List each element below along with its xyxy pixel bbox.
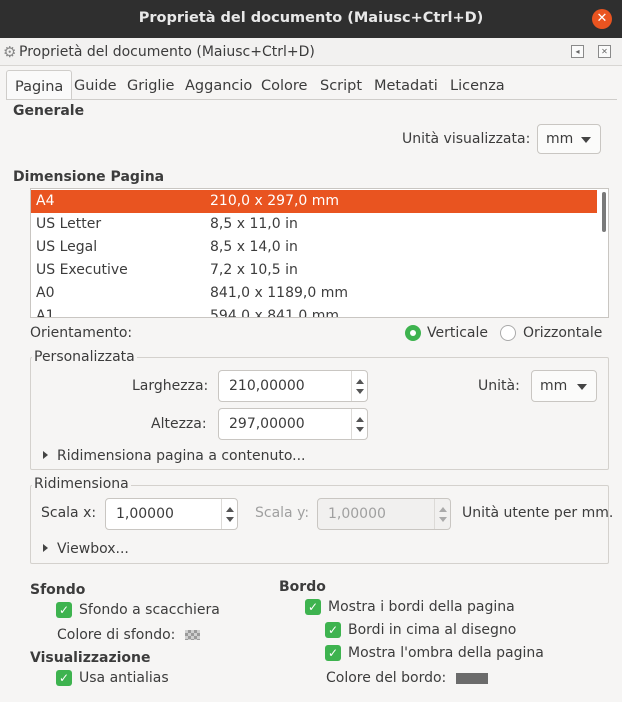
border-color-swatch[interactable] (456, 673, 488, 684)
page-size-heading: Dimensione Pagina (13, 169, 165, 185)
border-color-label: Colore del bordo: (326, 670, 447, 686)
show-border-label: Mostra i bordi della pagina (328, 599, 515, 615)
tab-licenza[interactable]: Licenza (450, 70, 505, 100)
checkerboard-label: Sfondo a scacchiera (79, 602, 220, 618)
chevron-down-icon (581, 137, 591, 143)
scale-y-value: 1,00000 (328, 506, 386, 522)
display-units-value: mm (546, 131, 574, 147)
list-item[interactable]: US Legal 8,5 x 14,0 in (31, 236, 597, 259)
antialias-label: Usa antialias (79, 670, 169, 686)
width-stepper[interactable] (351, 371, 367, 401)
page-size-dimensions: 8,5 x 14,0 in (210, 239, 298, 255)
tab-pagina[interactable]: Pagina (6, 70, 73, 100)
expander-arrow-icon[interactable] (43, 544, 48, 552)
gear-icon: ⚙ (3, 43, 17, 61)
border-on-top-checkbox[interactable]: ✓ (325, 622, 341, 638)
page-size-name: US Letter (36, 216, 102, 232)
scale-y-spinbox[interactable]: 1,00000 (317, 498, 451, 530)
show-border-checkbox[interactable]: ✓ (305, 599, 321, 615)
scale-x-value: 1,00000 (116, 506, 174, 522)
display-units-label: Unità visualizzata: (402, 131, 531, 147)
width-label: Larghezza: (132, 378, 209, 394)
checkerboard-checkbox[interactable]: ✓ (56, 602, 72, 618)
tab-metadati[interactable]: Metadati (374, 70, 438, 100)
height-label: Altezza: (151, 416, 207, 432)
close-window-button[interactable]: ✕ (592, 9, 612, 29)
background-color-label: Colore di sfondo: (57, 627, 176, 643)
units-label: Unità: (478, 378, 520, 394)
custom-size-legend: Personalizzata (32, 349, 137, 365)
page-size-name: A0 (36, 285, 55, 301)
expander-arrow-icon[interactable] (43, 451, 48, 459)
page-size-name: A4 (36, 193, 55, 209)
shadow-label: Mostra l'ombra della pagina (348, 645, 544, 661)
page-size-name: US Legal (36, 239, 98, 255)
chevron-down-icon (577, 384, 587, 390)
units-combo[interactable]: mm (531, 370, 597, 402)
list-item[interactable]: A0 841,0 x 1189,0 mm (31, 282, 597, 305)
page-size-dimensions: 841,0 x 1189,0 mm (210, 285, 348, 301)
border-heading: Bordo (279, 579, 326, 595)
list-item[interactable]: US Executive 7,2 x 10,5 in (31, 259, 597, 282)
width-value: 210,00000 (229, 378, 305, 394)
border-on-top-label: Bordi in cima al disegno (348, 622, 517, 638)
scale-legend: Ridimensiona (32, 476, 131, 492)
page-size-dimensions: 7,2 x 10,5 in (210, 262, 298, 278)
orientation-label: Orientamento: (30, 325, 133, 341)
page-size-name: A1 (36, 308, 55, 318)
tab-script[interactable]: Script (320, 70, 362, 100)
resize-to-content-expander[interactable]: Ridimensiona pagina a contenuto... (57, 448, 306, 464)
tab-griglie[interactable]: Griglie (127, 70, 174, 100)
page-size-list[interactable]: A4 210,0 x 297,0 mm US Letter 8,5 x 11,0… (30, 188, 609, 318)
width-spinbox[interactable]: 210,00000 (218, 370, 368, 402)
portrait-radio[interactable] (405, 325, 421, 341)
antialias-checkbox[interactable]: ✓ (56, 670, 72, 686)
page-panel: Generale Unità visualizzata: mm Dimensio… (6, 99, 617, 698)
dock-detach-button[interactable]: ◂ (571, 45, 584, 58)
page-size-dimensions: 8,5 x 11,0 in (210, 216, 298, 232)
background-heading: Sfondo (30, 582, 86, 598)
window-title: Proprietà del documento (Maiusc+Ctrl+D) (138, 10, 484, 26)
page-size-dimensions: 594,0 x 841,0 mm (210, 308, 340, 318)
scale-y-label: Scala y: (255, 505, 310, 521)
scale-x-label: Scala x: (41, 505, 97, 521)
portrait-label: Verticale (427, 325, 489, 341)
user-units-text: Unità utente per mm. (462, 505, 614, 521)
units-value: mm (540, 378, 568, 394)
tab-aggancio[interactable]: Aggancio (185, 70, 252, 100)
list-scrollbar[interactable] (602, 192, 606, 232)
height-value: 297,00000 (229, 416, 305, 432)
list-item[interactable]: US Letter 8,5 x 11,0 in (31, 213, 597, 236)
dock-header: ⚙ Proprietà del documento (Maiusc+Ctrl+D… (0, 38, 622, 66)
list-item[interactable]: A1 594,0 x 841,0 mm (31, 305, 597, 318)
dock-close-button[interactable]: ✕ (598, 45, 611, 58)
scale-x-stepper[interactable] (221, 499, 237, 529)
window-titlebar: Proprietà del documento (Maiusc+Ctrl+D) … (0, 0, 622, 38)
shadow-checkbox[interactable]: ✓ (325, 645, 341, 661)
height-stepper[interactable] (351, 409, 367, 439)
scale-x-spinbox[interactable]: 1,00000 (105, 498, 238, 530)
display-units-combo[interactable]: mm (537, 124, 601, 154)
height-spinbox[interactable]: 297,00000 (218, 408, 368, 440)
tab-colore[interactable]: Colore (261, 70, 307, 100)
display-heading: Visualizzazione (30, 650, 151, 666)
scale-y-stepper[interactable] (434, 499, 450, 529)
dock-title: Proprietà del documento (Maiusc+Ctrl+D) (19, 44, 315, 60)
viewbox-expander[interactable]: Viewbox... (57, 541, 129, 557)
list-item[interactable]: A4 210,0 x 297,0 mm (31, 190, 597, 213)
landscape-radio[interactable] (500, 325, 516, 341)
background-color-swatch[interactable] (185, 630, 200, 640)
page-size-dimensions: 210,0 x 297,0 mm (210, 193, 340, 209)
landscape-label: Orizzontale (523, 325, 603, 341)
page-size-name: US Executive (36, 262, 128, 278)
tab-guide[interactable]: Guide (74, 70, 117, 100)
general-heading: Generale (13, 103, 85, 119)
